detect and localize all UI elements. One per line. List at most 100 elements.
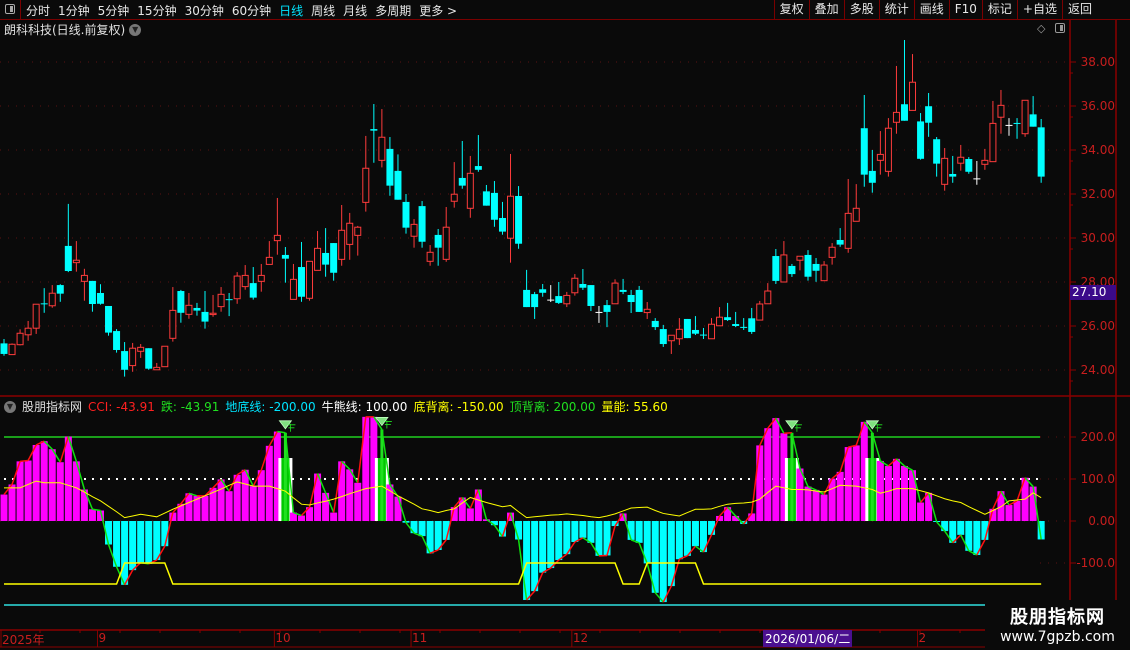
- candle[interactable]: [828, 243, 836, 265]
- candle[interactable]: [635, 285, 643, 312]
- cci-bar[interactable]: [145, 521, 153, 564]
- cci-bar[interactable]: [386, 484, 394, 521]
- cci-bar[interactable]: [659, 521, 667, 603]
- candle[interactable]: [24, 320, 32, 341]
- candle[interactable]: [965, 157, 973, 174]
- candle[interactable]: [241, 265, 249, 290]
- candle[interactable]: [32, 303, 40, 334]
- candle[interactable]: [88, 280, 96, 312]
- layout-toggle-button[interactable]: [0, 0, 21, 19]
- candle[interactable]: [1021, 99, 1029, 137]
- cci-bar[interactable]: [32, 444, 40, 521]
- candle[interactable]: [346, 212, 354, 260]
- cci-bar[interactable]: [876, 460, 884, 521]
- candle[interactable]: [868, 150, 876, 193]
- candle[interactable]: [764, 283, 772, 305]
- cci-bar[interactable]: [1013, 500, 1021, 521]
- candle[interactable]: [691, 316, 699, 336]
- candle[interactable]: [788, 263, 796, 277]
- cci-bar[interactable]: [330, 512, 338, 521]
- cci-bar[interactable]: [1005, 505, 1013, 521]
- cci-bar[interactable]: [603, 521, 611, 556]
- cci-bar[interactable]: [225, 491, 233, 521]
- candle[interactable]: [555, 282, 563, 304]
- candle[interactable]: [466, 155, 474, 218]
- candle[interactable]: [273, 197, 281, 255]
- candle[interactable]: [724, 302, 732, 321]
- candle[interactable]: [209, 294, 217, 317]
- cci-bar[interactable]: [836, 471, 844, 521]
- cci-bar[interactable]: [957, 521, 965, 535]
- cci-bar[interactable]: [354, 482, 362, 521]
- candle[interactable]: [1013, 118, 1021, 139]
- indicator-name[interactable]: 股朋指标网: [22, 398, 82, 415]
- cci-bar[interactable]: [40, 441, 48, 521]
- candle[interactable]: [1029, 96, 1037, 127]
- candle[interactable]: [113, 329, 121, 353]
- candle[interactable]: [161, 345, 169, 368]
- candle[interactable]: [354, 225, 362, 256]
- tool-button-8[interactable]: 返回: [1061, 0, 1097, 19]
- candle[interactable]: [394, 154, 402, 200]
- cci-bar[interactable]: [683, 521, 691, 556]
- candle[interactable]: [289, 263, 297, 300]
- cci-bar[interactable]: [48, 449, 56, 521]
- tab-period-2[interactable]: 5分钟: [98, 2, 130, 19]
- candle[interactable]: [836, 228, 844, 247]
- cci-bar[interactable]: [917, 502, 925, 521]
- cci-bar[interactable]: [531, 521, 539, 592]
- candle[interactable]: [1037, 118, 1045, 183]
- cci-bar[interactable]: [571, 521, 579, 542]
- candle[interactable]: [193, 302, 201, 316]
- cci-bar[interactable]: [434, 521, 442, 550]
- cci-bar[interactable]: [539, 521, 547, 573]
- candle[interactable]: [852, 184, 860, 222]
- candle[interactable]: [40, 288, 48, 313]
- cci-bar[interactable]: [820, 494, 828, 521]
- candle[interactable]: [64, 203, 72, 273]
- candle[interactable]: [957, 144, 965, 171]
- candle[interactable]: [129, 342, 137, 372]
- stock-title[interactable]: 朗科科技(日线.前复权) ▼: [4, 21, 142, 38]
- candle[interactable]: [426, 245, 434, 266]
- candle[interactable]: [450, 162, 458, 208]
- candle[interactable]: [442, 206, 450, 262]
- candle[interactable]: [121, 342, 129, 377]
- candle[interactable]: [257, 263, 265, 292]
- cci-bar[interactable]: [900, 465, 908, 521]
- candle[interactable]: [507, 153, 515, 263]
- candle[interactable]: [973, 161, 981, 185]
- tab-period-0[interactable]: 分时: [26, 2, 50, 19]
- candle[interactable]: [434, 228, 442, 266]
- candle[interactable]: [56, 284, 64, 302]
- candle[interactable]: [458, 140, 466, 189]
- candle[interactable]: [145, 348, 153, 370]
- candle[interactable]: [812, 258, 820, 282]
- candle[interactable]: [627, 289, 635, 314]
- tab-period-9[interactable]: 多周期: [375, 2, 411, 19]
- candle[interactable]: [490, 181, 498, 227]
- candle[interactable]: [531, 291, 539, 319]
- candle[interactable]: [233, 272, 241, 304]
- candle[interactable]: [281, 247, 289, 283]
- tab-period-6[interactable]: 日线: [279, 2, 303, 19]
- candle[interactable]: [539, 283, 547, 297]
- candle[interactable]: [732, 311, 740, 328]
- cci-bar[interactable]: [88, 509, 96, 521]
- candle[interactable]: [0, 338, 8, 356]
- candle[interactable]: [249, 267, 257, 300]
- panel-toggle-icon[interactable]: [1055, 23, 1065, 33]
- candle[interactable]: [169, 287, 177, 342]
- cci-bar[interactable]: [241, 469, 249, 521]
- candle[interactable]: [378, 109, 386, 168]
- candle[interactable]: [386, 137, 394, 196]
- tool-button-6[interactable]: 标记: [981, 0, 1017, 19]
- cci-bar[interactable]: [217, 479, 225, 521]
- candle[interactable]: [740, 318, 748, 330]
- candle[interactable]: [804, 250, 812, 281]
- cci-bar[interactable]: [153, 521, 161, 561]
- candle[interactable]: [708, 318, 716, 340]
- cci-bar[interactable]: [297, 515, 305, 521]
- cci-bar[interactable]: [410, 521, 418, 534]
- candle[interactable]: [265, 241, 273, 265]
